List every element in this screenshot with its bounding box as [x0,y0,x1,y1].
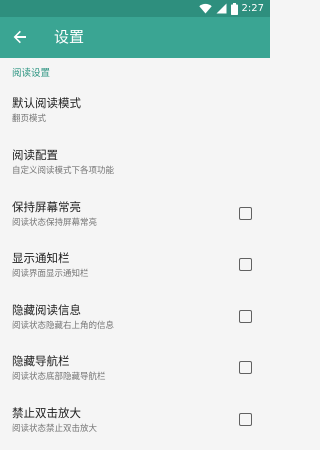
app-bar: 设置 [0,17,270,58]
status-time: 2:27 [241,3,264,14]
pref-title: 默认阅读模式 [12,96,81,110]
pref-summary: 阅读界面显示通知栏 [12,269,89,279]
pref-show-notification-bar[interactable]: 显示通知栏 阅读界面显示通知栏 [0,240,270,291]
pref-title: 禁止双击放大 [12,406,81,420]
hide-reading-info-checkbox[interactable] [239,310,252,323]
signal-icon [216,3,227,14]
pref-summary: 翻页模式 [12,114,47,124]
pref-hide-reading-info[interactable]: 隐藏阅读信息 阅读状态隐藏右上角的信息 [0,292,270,343]
pref-title: 隐藏阅读信息 [12,303,81,317]
status-icons: 2:27 [198,1,264,16]
pref-summary: 自定义阅读模式下各项功能 [12,166,115,176]
pref-keep-screen-on[interactable]: 保持屏幕常亮 阅读状态保持屏幕常亮 [0,189,270,240]
pref-summary: 阅读状态禁止双击放大 [12,424,98,434]
settings-list: 阅读设置 默认阅读模式 翻页模式 阅读配置 自定义阅读模式下各项功能 保持屏幕常… [0,58,270,450]
hide-navigation-bar-checkbox[interactable] [239,361,252,374]
section-header: 阅读设置 [12,68,51,79]
pref-summary: 阅读状态隐藏右上角的信息 [12,321,115,331]
keep-screen-on-checkbox[interactable] [239,207,252,220]
pref-default-reading-mode[interactable]: 默认阅读模式 翻页模式 [0,85,270,136]
page-title: 设置 [54,28,85,46]
pref-title: 保持屏幕常亮 [12,200,81,214]
pref-title: 隐藏导航栏 [12,354,70,368]
status-bar: 2:27 [0,0,270,17]
pref-reading-config[interactable]: 阅读配置 自定义阅读模式下各项功能 [0,137,270,188]
show-notification-bar-checkbox[interactable] [239,258,252,271]
pref-hide-navigation-bar[interactable]: 隐藏导航栏 阅读状态底部隐藏导航栏 [0,343,270,394]
wifi-icon [198,3,212,14]
pref-title: 显示通知栏 [12,251,70,265]
pref-title: 阅读配置 [12,148,58,162]
disable-double-tap-zoom-checkbox[interactable] [239,413,252,426]
arrow-left-icon[interactable] [8,25,32,49]
pref-summary: 阅读状态底部隐藏导航栏 [12,372,106,382]
battery-icon [230,2,238,15]
pref-disable-double-tap-zoom[interactable]: 禁止双击放大 阅读状态禁止双击放大 [0,395,270,446]
pref-summary: 阅读状态保持屏幕常亮 [12,218,98,228]
